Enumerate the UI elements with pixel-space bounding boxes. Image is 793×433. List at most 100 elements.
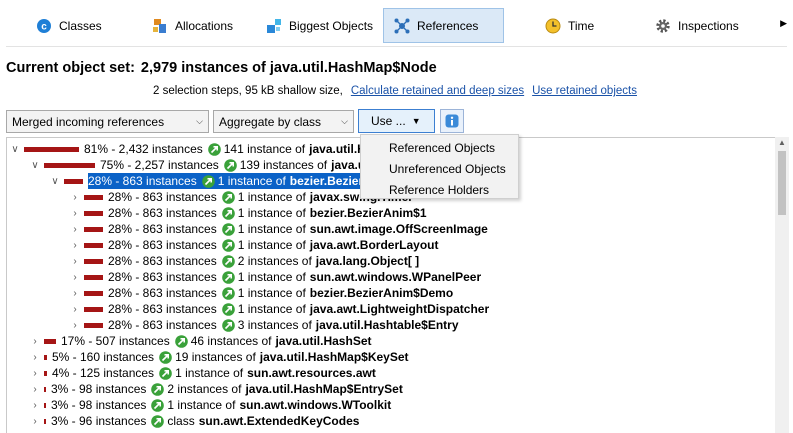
tree-row[interactable]: › 28% - 863 instances 1 instance of sun.awt… [69,221,488,237]
reference-arrow-icon [174,334,188,348]
aggregation-select[interactable]: Aggregate by class ⌵ [213,110,354,133]
tree-row[interactable]: ∨ 28% - 863 instances 1 instance of bezier.… [49,173,411,189]
tab-label: Biggest Objects [289,18,374,33]
tab-references[interactable]: References [383,8,504,43]
instance-percentage: 28% - 863 instances [108,286,217,300]
tab-label: Time [568,18,595,33]
tree-row[interactable]: › 28% - 863 instances 1 instance of sun.awt… [69,269,481,285]
tree-row[interactable]: › 3% - 98 instances 1 instance of sun.awt.w… [29,397,391,413]
use-dropdown-menu: Referenced Objects Unreferenced Objects … [360,134,519,199]
references-icon [394,18,410,34]
chevron-right-icon[interactable]: › [69,256,81,267]
scroll-up-arrow-icon[interactable]: ▲ [775,138,789,150]
tab-label: Inspections [678,18,739,33]
percentage-bar [84,322,103,328]
chevron-right-icon[interactable]: › [69,240,81,251]
reference-arrow-icon [151,398,165,412]
classes-icon: c [36,18,52,34]
reference-arrow-icon [221,190,235,204]
tab-biggest-objects[interactable]: Biggest Objects [256,8,383,43]
percentage-bar [64,178,83,184]
class-name: bezier.BezierAnim$Demo [309,286,454,300]
reference-arrow-icon [221,302,235,316]
instance-count: 1 instance of [237,238,306,252]
chevron-right-icon[interactable]: › [29,368,41,379]
use-button-label: Use ... [371,114,406,128]
chevron-right-icon[interactable]: › [69,304,81,315]
percentage-bar [44,338,56,344]
tab-allocations[interactable]: Allocations [142,8,243,43]
dropdown-triangle-icon: ▼ [411,116,421,126]
tree-row[interactable]: › 17% - 507 instances 46 instances of java.… [29,333,372,349]
instance-count: 141 instance of [223,142,306,156]
instance-percentage: 28% - 863 instances [108,238,217,252]
chevron-right-icon[interactable]: › [29,336,41,347]
calculate-sizes-link[interactable]: Calculate retained and deep sizes [351,85,524,97]
tab-label: Classes [59,18,102,33]
reference-arrow-icon [221,286,235,300]
tab-time[interactable]: Time [535,8,604,43]
tree-row[interactable]: › 28% - 863 instances 1 instance of bezier.… [69,205,427,221]
tab-inspections[interactable]: Inspections [645,8,749,43]
chevron-right-icon[interactable]: › [69,272,81,283]
chevron-right-icon[interactable]: › [29,352,41,363]
tree-row[interactable]: › 28% - 863 instances 1 instance of bezier.… [69,285,453,301]
chevron-down-icon[interactable]: ∨ [9,144,21,155]
class-name: java.util.HashSet [275,334,372,348]
class-name: java.util.Hashtable$Entry [315,318,459,332]
percentage-bar [44,370,47,376]
use-menu-button[interactable]: Use ... ▼ [358,109,435,133]
class-name: sun.awt.resources.awt [247,366,376,380]
chevron-down-icon[interactable]: ∨ [49,176,61,187]
info-button[interactable] [440,109,464,133]
tree-row[interactable]: › 28% - 863 instances 1 instance of java.aw… [69,237,438,253]
instance-count: 1 instance of [175,366,244,380]
menu-item-unreferenced-objects[interactable]: Unreferenced Objects [361,159,518,180]
instance-percentage: 28% - 863 instances [108,318,217,332]
tree-row[interactable]: › 28% - 863 instances 1 instance of java.aw… [69,301,489,317]
chevron-right-icon[interactable]: › [69,192,81,203]
class-name: java.util.HashMap$EntrySet [245,382,403,396]
reference-arrow-icon [207,142,221,156]
reference-arrow-icon [221,222,235,236]
use-retained-objects-link[interactable]: Use retained objects [532,85,637,97]
tree-row[interactable]: › 3% - 96 instances class sun.awt.ExtendedK… [29,413,359,429]
instance-percentage: 3% - 98 instances [51,382,147,396]
selection-info: 2 selection steps, 95 kB shallow size, Ca… [153,85,637,97]
instance-count: 1 instance of [217,174,286,188]
header-value: 2,979 instances of java.util.HashMap$Nod… [140,60,437,76]
view-mode-select[interactable]: Merged incoming references ⌵ [6,110,209,133]
percentage-bar [84,242,103,248]
class-name: sun.awt.windows.WPanelPeer [309,270,482,284]
tab-classes[interactable]: c Classes [26,8,112,43]
chevron-right-icon[interactable]: › [29,416,41,427]
percentage-bar [24,146,79,152]
class-name: sun.awt.windows.WToolkit [239,398,392,412]
chevron-right-icon[interactable]: › [69,288,81,299]
class-name: bezier.BezierAnim$1 [309,206,427,220]
chevron-right-icon[interactable]: › [29,400,41,411]
instance-count: 3 instances of [237,318,312,332]
more-tabs-arrow-icon[interactable]: ▶ [780,18,787,29]
chevron-right-icon[interactable]: › [69,224,81,235]
reference-arrow-icon [201,174,215,188]
tree-row[interactable]: › 4% - 125 instances 1 instance of sun.awt.… [29,365,376,381]
menu-item-referenced-objects[interactable]: Referenced Objects [361,138,518,159]
tree-row[interactable]: › 28% - 863 instances 3 instances of java.u… [69,317,459,333]
menu-item-reference-holders[interactable]: Reference Holders [361,180,518,201]
scrollbar-thumb[interactable] [778,151,786,215]
instance-percentage: 28% - 863 instances [108,270,217,284]
allocations-icon [152,18,168,34]
instance-percentage: 81% - 2,432 instances [84,142,203,156]
chevron-right-icon[interactable]: › [29,384,41,395]
tree-row[interactable]: › 5% - 160 instances 19 instances of java.u… [29,349,408,365]
chevron-right-icon[interactable]: › [69,320,81,331]
instance-count: 139 instances of [239,158,328,172]
chevron-down-icon[interactable]: ∨ [29,160,41,171]
tree-row[interactable]: › 28% - 863 instances 2 instances of java.l… [69,253,419,269]
tree-row[interactable]: › 3% - 98 instances 2 instances of java.uti… [29,381,403,397]
instance-percentage: 28% - 863 instances [108,254,217,268]
chevron-right-icon[interactable]: › [69,208,81,219]
reference-arrow-icon [159,350,172,364]
instance-percentage: 5% - 160 instances [52,350,155,364]
